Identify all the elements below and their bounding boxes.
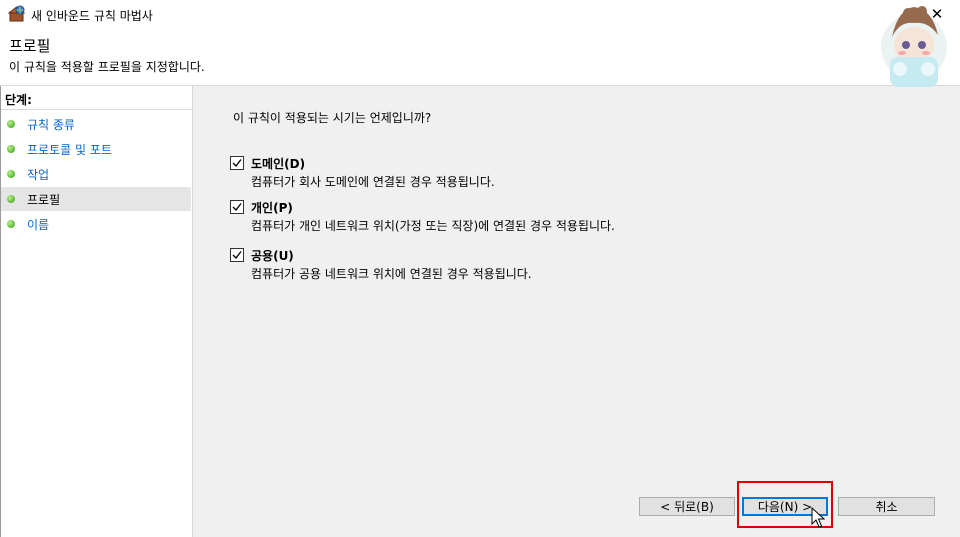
domain-description: 컴퓨터가 회사 도메인에 연결된 경우 적용됩니다. [251,175,495,189]
private-checkbox[interactable] [230,200,244,214]
step-protocol-and-ports[interactable]: 프로토콜 및 포트 [1,137,191,161]
green-dot-icon [7,170,15,178]
steps-panel: 단계: 규칙 종류 프로토콜 및 포트 작업 프로필 이름 [1,86,193,537]
checkmark-icon [232,251,242,259]
watermark-logo [878,1,948,93]
domain-label[interactable]: 도메인(D) [251,155,305,172]
window-title: 새 인바운드 규칙 마법사 [31,9,153,23]
mouse-cursor-icon [811,506,826,532]
step-label[interactable]: 프로토콜 및 포트 [27,141,112,158]
cancel-button[interactable]: 취소 [838,497,935,516]
green-dot-icon [7,220,15,228]
steps-divider [1,109,192,110]
page-title: 프로필 [9,37,51,55]
step-label[interactable]: 이름 [27,216,49,233]
public-checkbox[interactable] [230,248,244,262]
firewall-wizard-icon [7,5,26,23]
wizard-header: 프로필 이 규칙을 적용할 프로필을 지정합니다. [0,28,960,86]
domain-checkbox[interactable] [230,156,244,170]
step-label: 프로필 [27,193,61,207]
private-label[interactable]: 개인(P) [251,199,293,216]
step-name[interactable]: 이름 [1,212,191,236]
step-profile: 프로필 [1,187,191,211]
green-dot-icon [7,120,15,128]
green-dot-icon [7,195,15,203]
profile-question: 이 규칙이 적용되는 시기는 언제입니까? [233,111,432,125]
step-label[interactable]: 작업 [27,166,49,183]
green-dot-icon [7,145,15,153]
back-button[interactable]: < 뒤로(B) [639,497,735,516]
title-bar: 새 인바운드 규칙 마법사 ✕ [0,0,960,28]
step-rule-type[interactable]: 규칙 종류 [1,112,191,136]
step-label[interactable]: 규칙 종류 [27,116,75,133]
public-label[interactable]: 공용(U) [251,247,294,264]
public-description: 컴퓨터가 공용 네트워크 위치에 연결된 경우 적용됩니다. [251,267,532,281]
private-description: 컴퓨터가 개인 네트워크 위치(가정 또는 직장)에 연결된 경우 적용됩니다. [251,219,615,233]
page-description: 이 규칙을 적용할 프로필을 지정합니다. [9,60,205,74]
checkmark-icon [232,159,242,167]
checkmark-icon [232,203,242,211]
steps-title: 단계: [5,93,32,107]
step-action[interactable]: 작업 [1,162,191,186]
